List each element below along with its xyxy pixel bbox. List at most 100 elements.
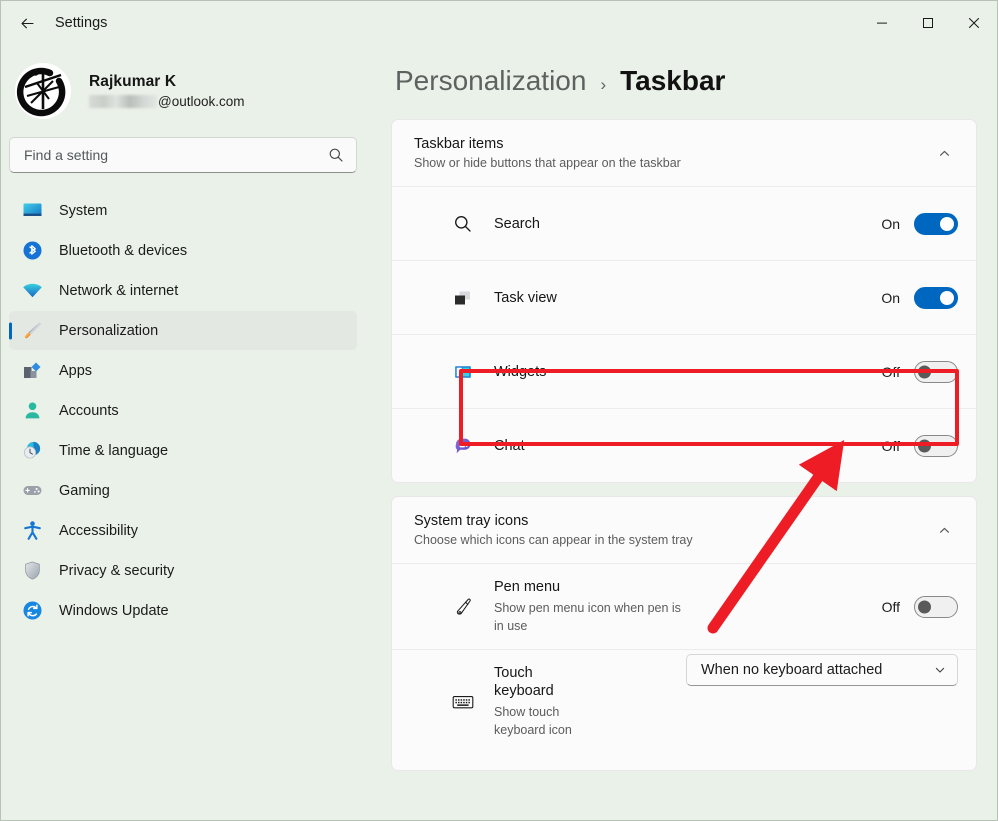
row-text: Search	[494, 201, 881, 247]
accessibility-icon	[21, 520, 43, 542]
maximize-button[interactable]	[905, 1, 951, 45]
section-subtitle: Choose which icons can appear in the sys…	[414, 533, 930, 547]
row-subtitle: Show touch keyboard icon	[494, 703, 576, 739]
row-text: Chat	[494, 423, 882, 469]
close-button[interactable]	[951, 1, 997, 45]
maximize-icon	[922, 17, 934, 29]
sidebar-nav: System Bluetooth & devices	[1, 191, 357, 630]
gamepad-icon	[21, 480, 43, 502]
avatar	[15, 63, 71, 119]
monitor-icon	[21, 200, 43, 222]
chevron-up-icon[interactable]	[930, 147, 958, 160]
sidebar-item-label: Privacy & security	[59, 563, 174, 579]
toggle-knob	[918, 600, 931, 613]
taskbar-items-header[interactable]: Taskbar items Show or hide buttons that …	[392, 120, 976, 186]
minimize-button[interactable]	[859, 1, 905, 45]
chevron-down-icon	[934, 664, 946, 676]
sidebar-item-time-language[interactable]: Time & language	[9, 431, 357, 470]
page-title: Taskbar	[620, 65, 725, 97]
sidebar-item-label: System	[59, 203, 107, 219]
widgets-toggle[interactable]	[914, 361, 958, 383]
sidebar-item-system[interactable]: System	[9, 191, 357, 230]
search-input[interactable]	[24, 147, 328, 163]
sidebar-item-accessibility[interactable]: Accessibility	[9, 511, 357, 550]
sidebar-item-label: Time & language	[59, 443, 168, 459]
sidebar-item-label: Windows Update	[59, 603, 169, 619]
toggle-knob	[918, 439, 931, 452]
row-touch-keyboard[interactable]: Touch keyboard Show touch keyboard icon …	[392, 649, 976, 769]
search-icon	[328, 147, 344, 163]
section-title: Taskbar items	[414, 136, 930, 152]
row-pen-menu[interactable]: Pen menu Show pen menu icon when pen is …	[392, 563, 976, 649]
task-view-icon	[450, 285, 476, 311]
minimize-icon	[876, 17, 888, 29]
sidebar-item-network-internet[interactable]: Network & internet	[9, 271, 357, 310]
search-container	[1, 137, 357, 173]
shield-icon	[21, 560, 43, 582]
row-text: Task view	[494, 275, 881, 321]
toggle-state-label: On	[881, 290, 900, 306]
wifi-icon	[21, 280, 43, 302]
row-text: Widgets	[494, 349, 882, 395]
row-subtitle: Show pen menu icon when pen is in use	[494, 599, 684, 635]
row-title: Touch keyboard	[494, 665, 554, 699]
row-chat[interactable]: Chat Off	[392, 408, 976, 482]
pen-icon	[450, 594, 476, 620]
dropdown-value: When no keyboard attached	[701, 662, 882, 678]
toggle-knob	[940, 291, 954, 305]
breadcrumb: Personalization › Taskbar	[391, 45, 977, 119]
touch-keyboard-dropdown[interactable]: When no keyboard attached	[686, 654, 958, 686]
sidebar-item-label: Accounts	[59, 403, 119, 419]
toggle-state-label: Off	[882, 599, 900, 615]
search-icon	[450, 211, 476, 237]
sidebar-item-label: Network & internet	[59, 283, 178, 299]
system-tray-icons-header[interactable]: System tray icons Choose which icons can…	[392, 497, 976, 563]
redacted-email-local-part	[89, 95, 157, 108]
sidebar-item-personalization[interactable]: Personalization	[9, 311, 357, 350]
breadcrumb-parent[interactable]: Personalization	[395, 65, 586, 97]
close-icon	[968, 17, 980, 29]
card-taskbar-items: Taskbar items Show or hide buttons that …	[391, 119, 977, 483]
back-arrow-icon	[19, 15, 36, 32]
task-view-toggle[interactable]	[914, 287, 958, 309]
row-widgets[interactable]: Widgets Off	[392, 334, 976, 408]
row-text: Touch keyboard Show touch keyboard icon	[494, 650, 576, 753]
avatar-image	[15, 63, 71, 119]
sidebar-item-accounts[interactable]: Accounts	[9, 391, 357, 430]
section-title: System tray icons	[414, 513, 930, 529]
row-title: Chat	[494, 438, 525, 454]
row-search[interactable]: Search On	[392, 186, 976, 260]
sidebar-item-apps[interactable]: Apps	[9, 351, 357, 390]
profile-name: Rajkumar K	[89, 73, 245, 91]
toggle-knob	[940, 217, 954, 231]
back-button[interactable]	[9, 7, 45, 39]
search-box[interactable]	[9, 137, 357, 173]
sidebar: Rajkumar K @outlook.com	[1, 45, 373, 821]
sidebar-item-gaming[interactable]: Gaming	[9, 471, 357, 510]
row-task-view[interactable]: Task view On	[392, 260, 976, 334]
clock-globe-icon	[21, 440, 43, 462]
search-toggle[interactable]	[914, 213, 958, 235]
bluetooth-icon	[21, 240, 43, 262]
chat-toggle[interactable]	[914, 435, 958, 457]
app-title: Settings	[55, 15, 107, 31]
chevron-up-icon[interactable]	[930, 524, 958, 537]
sidebar-item-privacy-security[interactable]: Privacy & security	[9, 551, 357, 590]
profile-text: Rajkumar K @outlook.com	[89, 73, 245, 109]
card-system-tray-icons: System tray icons Choose which icons can…	[391, 496, 977, 771]
user-profile[interactable]: Rajkumar K @outlook.com	[1, 45, 357, 137]
chat-icon	[450, 433, 476, 459]
sidebar-item-bluetooth-devices[interactable]: Bluetooth & devices	[9, 231, 357, 270]
widgets-icon	[450, 359, 476, 385]
main-content: Personalization › Taskbar Taskbar items …	[373, 45, 997, 821]
toggle-state-label: On	[881, 216, 900, 232]
sidebar-item-label: Personalization	[59, 323, 158, 339]
sidebar-item-label: Gaming	[59, 483, 110, 499]
sidebar-item-label: Apps	[59, 363, 92, 379]
app-shell: Rajkumar K @outlook.com	[1, 45, 997, 821]
row-title: Search	[494, 216, 540, 232]
refresh-icon	[21, 600, 43, 622]
pen-menu-toggle[interactable]	[914, 596, 958, 618]
sidebar-item-windows-update[interactable]: Windows Update	[9, 591, 357, 630]
row-title: Task view	[494, 290, 557, 306]
